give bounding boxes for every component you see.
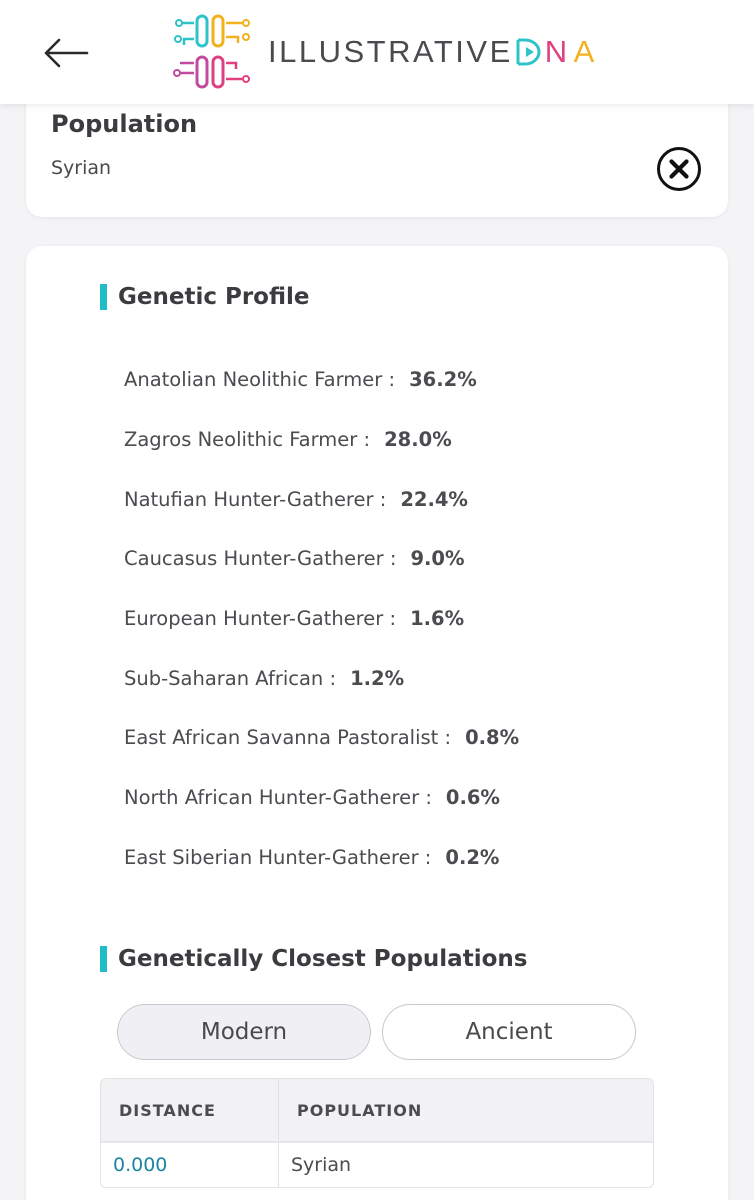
profile-row: European Hunter-Gatherer : 1.6%: [124, 589, 519, 649]
profile-label: North African Hunter-Gatherer :: [124, 786, 432, 810]
profile-label: Zagros Neolithic Farmer :: [124, 428, 371, 452]
section-accent-bar: [100, 284, 107, 310]
illustrative-dna-logo[interactable]: ILLUSTRATIVE N A: [172, 12, 597, 92]
profile-percentage: 28.0%: [384, 428, 452, 452]
profile-percentage: 1.6%: [410, 607, 465, 631]
app-header: ILLUSTRATIVE N A: [0, 0, 754, 104]
profile-percentage: 36.2%: [409, 368, 477, 392]
profile-row: Anatolian Neolithic Farmer : 36.2%: [124, 350, 519, 410]
profile-percentage: 1.2%: [350, 666, 405, 690]
profile-percentage: 0.2%: [445, 845, 500, 869]
tab-modern[interactable]: Modern: [117, 1004, 371, 1060]
logo-text-main: ILLUSTRATIVE: [268, 34, 513, 69]
table-header: DISTANCE POPULATION: [101, 1079, 653, 1141]
clear-population-button[interactable]: [656, 146, 702, 192]
profile-label: Natufian Hunter-Gatherer :: [124, 487, 387, 511]
table-body: 0.000 Syrian: [101, 1141, 653, 1187]
column-header-distance[interactable]: DISTANCE: [101, 1079, 279, 1141]
profile-row: Natufian Hunter-Gatherer : 22.4%: [124, 469, 519, 529]
profile-row: North African Hunter-Gatherer : 0.6%: [124, 768, 519, 828]
profile-row: East Siberian Hunter-Gatherer : 0.2%: [124, 828, 519, 888]
profile-row: Sub-Saharan African : 1.2%: [124, 648, 519, 708]
profile-percentage: 0.6%: [445, 786, 500, 810]
dna-logo-icon: [173, 14, 250, 89]
section-accent-bar: [100, 946, 107, 972]
tab-ancient[interactable]: Ancient: [382, 1004, 636, 1060]
profile-row: East African Savanna Pastoralist : 0.8%: [124, 708, 519, 768]
close-circle-icon: [657, 147, 701, 191]
profile-percentage: 0.8%: [465, 726, 520, 750]
profile-label: East Siberian Hunter-Gatherer :: [124, 845, 432, 869]
profile-percentage: 9.0%: [410, 547, 465, 571]
genetic-profile-title: Genetic Profile: [118, 284, 310, 310]
distance-table: DISTANCE POPULATION 0.000 Syrian: [100, 1078, 654, 1188]
logo-text-n: N: [544, 34, 570, 69]
profile-row: Zagros Neolithic Farmer : 28.0%: [124, 410, 519, 470]
profile-label: Sub-Saharan African :: [124, 666, 337, 690]
table-row[interactable]: 0.000 Syrian: [101, 1141, 653, 1187]
closest-populations-header: Genetically Closest Populations: [100, 946, 527, 972]
genetic-profile-list: Anatolian Neolithic Farmer : 36.2% Zagros …: [124, 350, 519, 887]
profile-label: East African Savanna Pastoralist :: [124, 726, 452, 750]
population-title: Population: [51, 110, 198, 138]
profile-label: European Hunter-Gatherer :: [124, 607, 397, 631]
column-header-population[interactable]: POPULATION: [279, 1079, 653, 1141]
logo-d-play-icon: [516, 38, 541, 66]
profile-row: Caucasus Hunter-Gatherer : 9.0%: [124, 529, 519, 589]
logo-text-a: A: [573, 34, 597, 69]
profile-label: Caucasus Hunter-Gatherer :: [124, 547, 397, 571]
profile-percentage: 22.4%: [400, 487, 468, 511]
logo-wordmark: ILLUSTRATIVE N A: [268, 34, 597, 70]
distance-cell: 0.000: [101, 1143, 279, 1187]
population-value: Syrian: [51, 157, 112, 179]
closest-populations-title: Genetically Closest Populations: [118, 946, 528, 972]
profile-label: Anatolian Neolithic Farmer :: [124, 368, 396, 392]
results-card: Genetic Profile Anatolian Neolithic Farm…: [26, 246, 728, 1200]
era-tabs: Modern Ancient: [117, 1004, 636, 1060]
genetic-profile-header: Genetic Profile: [100, 284, 310, 310]
back-button[interactable]: [40, 30, 92, 76]
arrow-left-icon: [44, 38, 89, 68]
population-cell: Syrian: [291, 1154, 352, 1176]
